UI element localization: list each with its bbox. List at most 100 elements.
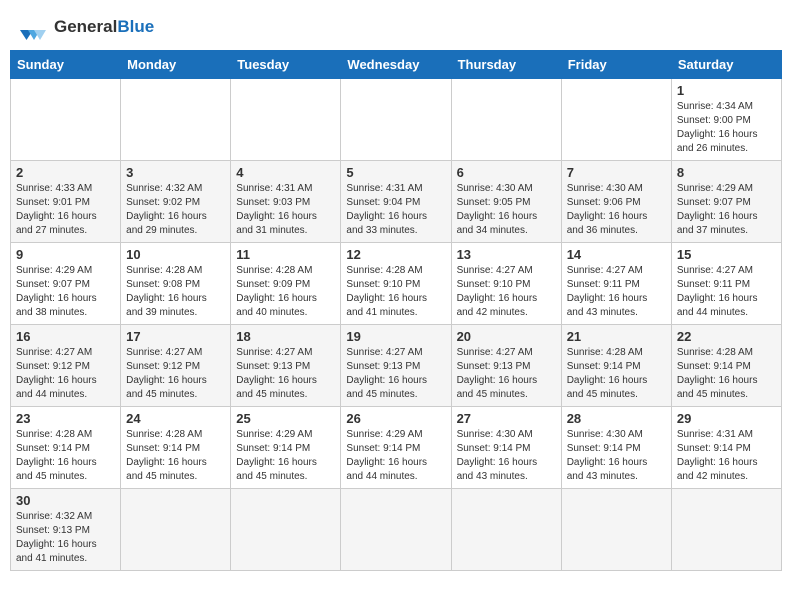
calendar-cell: 28 Sunrise: 4:30 AM Sunset: 9:14 PM Dayli… (561, 407, 671, 489)
calendar-cell: 27 Sunrise: 4:30 AM Sunset: 9:14 PM Dayli… (451, 407, 561, 489)
calendar-cell: 14 Sunrise: 4:27 AM Sunset: 9:11 PM Dayli… (561, 243, 671, 325)
calendar-header-row: SundayMondayTuesdayWednesdayThursdayFrid… (11, 51, 782, 79)
calendar-cell: 11 Sunrise: 4:28 AM Sunset: 9:09 PM Dayli… (231, 243, 341, 325)
day-number: 9 (16, 247, 115, 262)
calendar-table: SundayMondayTuesdayWednesdayThursdayFrid… (10, 50, 782, 571)
day-info: Sunrise: 4:27 AM Sunset: 9:13 PM Dayligh… (236, 346, 335, 402)
calendar-cell (341, 79, 451, 161)
day-info: Sunrise: 4:27 AM Sunset: 9:11 PM Dayligh… (567, 264, 666, 320)
calendar-week-row: 1 Sunrise: 4:34 AM Sunset: 9:00 PM Daylig… (11, 79, 782, 161)
day-number: 12 (346, 247, 445, 262)
day-number: 28 (567, 411, 666, 426)
calendar-cell (121, 489, 231, 571)
day-number: 3 (126, 165, 225, 180)
day-info: Sunrise: 4:31 AM Sunset: 9:14 PM Dayligh… (677, 428, 776, 484)
day-info: Sunrise: 4:29 AM Sunset: 9:07 PM Dayligh… (677, 182, 776, 238)
day-info: Sunrise: 4:28 AM Sunset: 9:14 PM Dayligh… (126, 428, 225, 484)
calendar-cell (121, 79, 231, 161)
calendar-cell: 24Sunrise: 4:28 AM Sunset: 9:14 PM Dayli… (121, 407, 231, 489)
calendar-cell: 16Sunrise: 4:27 AM Sunset: 9:12 PM Dayli… (11, 325, 121, 407)
day-info: Sunrise: 4:30 AM Sunset: 9:05 PM Dayligh… (457, 182, 556, 238)
day-header-wednesday: Wednesday (341, 51, 451, 79)
day-number: 7 (567, 165, 666, 180)
calendar-cell (11, 79, 121, 161)
calendar-cell (341, 489, 451, 571)
day-info: Sunrise: 4:28 AM Sunset: 9:09 PM Dayligh… (236, 264, 335, 320)
day-number: 13 (457, 247, 556, 262)
calendar-week-row: 16 Sunrise: 4:27 AM Sunset: 9:12 PM Dayli… (11, 325, 782, 407)
calendar-cell: 29 Sunrise: 4:31 AM Sunset: 9:14 PM Dayli… (671, 407, 781, 489)
calendar-cell (561, 79, 671, 161)
day-number: 11 (236, 247, 335, 262)
day-header-saturday: Saturday (671, 51, 781, 79)
calendar-week-row: 2Sunrise: 4:33 AM Sunset: 9:01 PM Daylig… (11, 161, 782, 243)
logo: GeneralBlue (14, 10, 154, 42)
calendar-week-row: 9Sunrise: 4:29 AM Sunset: 9:07 PM Daylig… (11, 243, 782, 325)
calendar-cell: 1 Sunrise: 4:34 AM Sunset: 9:00 PM Daylig… (671, 79, 781, 161)
day-info: Sunrise: 4:27 AM Sunset: 9:11 PM Dayligh… (677, 264, 776, 320)
day-info: Sunrise: 4:28 AM Sunset: 9:14 PM Dayligh… (16, 428, 115, 484)
day-number: 19 (346, 329, 445, 344)
day-info: Sunrise: 4:30 AM Sunset: 9:14 PM Dayligh… (567, 428, 666, 484)
calendar-cell: 5 Sunrise: 4:31 AM Sunset: 9:04 PM Daylig… (341, 161, 451, 243)
day-number: 4 (236, 165, 335, 180)
calendar-cell (231, 489, 341, 571)
day-info: Sunrise: 4:32 AM Sunset: 9:02 PM Dayligh… (126, 182, 225, 238)
calendar-cell: 18Sunrise: 4:27 AM Sunset: 9:13 PM Dayli… (231, 325, 341, 407)
calendar-cell: 22 Sunrise: 4:28 AM Sunset: 9:14 PM Dayli… (671, 325, 781, 407)
calendar-cell: 17 Sunrise: 4:27 AM Sunset: 9:12 PM Dayli… (121, 325, 231, 407)
day-number: 5 (346, 165, 445, 180)
day-info: Sunrise: 4:33 AM Sunset: 9:01 PM Dayligh… (16, 182, 115, 238)
day-info: Sunrise: 4:34 AM Sunset: 9:00 PM Dayligh… (677, 100, 776, 156)
day-info: Sunrise: 4:28 AM Sunset: 9:14 PM Dayligh… (677, 346, 776, 402)
day-number: 1 (677, 83, 776, 98)
day-number: 15 (677, 247, 776, 262)
day-header-monday: Monday (121, 51, 231, 79)
day-number: 22 (677, 329, 776, 344)
calendar-cell: 30 Sunrise: 4:32 AM Sunset: 9:13 PM Dayli… (11, 489, 121, 571)
day-info: Sunrise: 4:27 AM Sunset: 9:10 PM Dayligh… (457, 264, 556, 320)
day-info: Sunrise: 4:28 AM Sunset: 9:14 PM Dayligh… (567, 346, 666, 402)
calendar-cell: 20Sunrise: 4:27 AM Sunset: 9:13 PM Dayli… (451, 325, 561, 407)
day-info: Sunrise: 4:30 AM Sunset: 9:06 PM Dayligh… (567, 182, 666, 238)
day-info: Sunrise: 4:30 AM Sunset: 9:14 PM Dayligh… (457, 428, 556, 484)
calendar-cell: 8 Sunrise: 4:29 AM Sunset: 9:07 PM Daylig… (671, 161, 781, 243)
day-info: Sunrise: 4:29 AM Sunset: 9:14 PM Dayligh… (236, 428, 335, 484)
day-number: 8 (677, 165, 776, 180)
calendar-cell: 15 Sunrise: 4:27 AM Sunset: 9:11 PM Dayli… (671, 243, 781, 325)
calendar-cell: 25 Sunrise: 4:29 AM Sunset: 9:14 PM Dayli… (231, 407, 341, 489)
day-number: 16 (16, 329, 115, 344)
day-number: 25 (236, 411, 335, 426)
day-number: 29 (677, 411, 776, 426)
calendar-week-row: 30 Sunrise: 4:32 AM Sunset: 9:13 PM Dayli… (11, 489, 782, 571)
day-header-sunday: Sunday (11, 51, 121, 79)
calendar-cell (451, 79, 561, 161)
day-number: 17 (126, 329, 225, 344)
day-info: Sunrise: 4:31 AM Sunset: 9:04 PM Dayligh… (346, 182, 445, 238)
day-number: 10 (126, 247, 225, 262)
day-number: 23 (16, 411, 115, 426)
day-info: Sunrise: 4:32 AM Sunset: 9:13 PM Dayligh… (16, 510, 115, 566)
day-number: 30 (16, 493, 115, 508)
calendar-cell: 12 Sunrise: 4:28 AM Sunset: 9:10 PM Dayli… (341, 243, 451, 325)
day-number: 6 (457, 165, 556, 180)
day-info: Sunrise: 4:27 AM Sunset: 9:13 PM Dayligh… (346, 346, 445, 402)
day-info: Sunrise: 4:28 AM Sunset: 9:10 PM Dayligh… (346, 264, 445, 320)
calendar-cell: 2Sunrise: 4:33 AM Sunset: 9:01 PM Daylig… (11, 161, 121, 243)
day-number: 20 (457, 329, 556, 344)
day-header-tuesday: Tuesday (231, 51, 341, 79)
calendar-cell: 21 Sunrise: 4:28 AM Sunset: 9:14 PM Dayli… (561, 325, 671, 407)
day-info: Sunrise: 4:28 AM Sunset: 9:08 PM Dayligh… (126, 264, 225, 320)
day-header-thursday: Thursday (451, 51, 561, 79)
day-number: 26 (346, 411, 445, 426)
day-number: 14 (567, 247, 666, 262)
day-header-friday: Friday (561, 51, 671, 79)
day-info: Sunrise: 4:31 AM Sunset: 9:03 PM Dayligh… (236, 182, 335, 238)
day-info: Sunrise: 4:29 AM Sunset: 9:14 PM Dayligh… (346, 428, 445, 484)
day-number: 27 (457, 411, 556, 426)
calendar-cell: 3 Sunrise: 4:32 AM Sunset: 9:02 PM Daylig… (121, 161, 231, 243)
day-number: 21 (567, 329, 666, 344)
calendar-cell: 19 Sunrise: 4:27 AM Sunset: 9:13 PM Dayli… (341, 325, 451, 407)
day-info: Sunrise: 4:27 AM Sunset: 9:12 PM Dayligh… (126, 346, 225, 402)
calendar-cell: 23 Sunrise: 4:28 AM Sunset: 9:14 PM Dayli… (11, 407, 121, 489)
